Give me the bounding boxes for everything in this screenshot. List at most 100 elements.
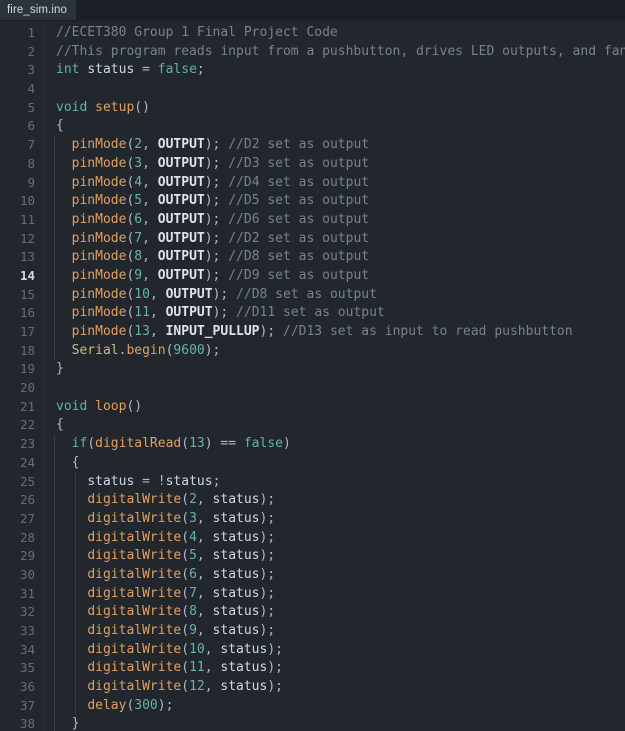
code-line-text[interactable]: digitalWrite(10, status); [44,640,625,660]
code-line-text[interactable]: pinMode(4, OUTPUT); //D4 set as output [44,173,625,193]
token-punct: ) [283,436,291,452]
code-line[interactable]: 19} [0,360,625,379]
code-line-text[interactable]: Serial.begin(9600); [44,341,625,361]
line-number: 5 [0,98,44,118]
code-line-text[interactable]: int status = false; [44,61,625,80]
code-line-text[interactable]: digitalWrite(4, status); [44,528,625,548]
code-line-text[interactable]: } [44,360,625,379]
code-line[interactable]: 13 pinMode(8, OUTPUT); //D8 set as outpu… [0,248,625,267]
code-line-text[interactable]: pinMode(6, OUTPUT); //D6 set as output [44,210,625,230]
code-line-text[interactable]: digitalWrite(7, status); [44,584,625,604]
tab-fire-sim-ino[interactable]: fire_sim.ino [0,0,76,20]
code-lines-container[interactable]: 1 //ECET380 Group 1 Final Project Code 2 //… [0,21,625,731]
code-line-text[interactable]: digitalWrite(3, status); [44,509,625,529]
code-line[interactable]: 1 //ECET380 Group 1 Final Project Code [0,24,625,43]
code-line-text[interactable]: if(digitalRead(13) == false) [44,435,625,454]
code-line[interactable]: 37 delay(300); [0,696,625,716]
code-line-text[interactable]: } [44,715,625,731]
line-number: 31 [0,584,44,604]
editor-viewport[interactable]: 1 //ECET380 Group 1 Final Project Code 2 //… [0,21,625,731]
code-line-text[interactable]: { [44,117,625,136]
code-line-text[interactable]: digitalWrite(5, status); [44,547,625,566]
code-line[interactable]: 22 { [0,416,625,435]
code-line-text[interactable]: delay(300); [44,696,625,716]
line-number: 4 [0,80,44,99]
token-punct: ); [267,660,283,676]
code-line-text[interactable]: digitalWrite(11, status); [44,659,625,678]
code-line[interactable]: 26 digitalWrite(2, status); [0,491,625,510]
code-line[interactable]: 4 [0,80,625,99]
code-line[interactable]: 10 pinMode(5, OUTPUT); //D5 set as outpu… [0,192,625,211]
code-line-text[interactable]: pinMode(10, OUTPUT); //D8 set as output [44,285,625,305]
token-punct: , [142,267,158,283]
code-line-text[interactable]: digitalWrite(2, status); [44,491,625,510]
token-func: pinMode [71,230,127,246]
token-type: void [56,398,88,414]
code-line[interactable]: 15 pinMode(10, OUTPUT); //D8 set as outp… [0,285,625,305]
code-line[interactable]: 20 [0,379,625,398]
code-line[interactable]: 18 Serial.begin(9600); [0,341,625,361]
code-line[interactable]: 5 void setup() [0,98,625,118]
code-line[interactable]: 27 digitalWrite(3, status); [0,509,625,529]
token-punct: , [142,211,158,227]
code-line-text[interactable]: pinMode(11, OUTPUT); //D11 set as output [44,304,625,323]
code-line-text[interactable]: pinMode(8, OUTPUT); //D8 set as output [44,248,625,267]
code-line[interactable]: 7 pinMode(2, OUTPUT); //D2 set as output [0,136,625,155]
code-line-text[interactable]: //This program reads input from a pushbu… [44,43,625,62]
code-line[interactable]: 30 digitalWrite(6, status); [0,565,625,585]
code-line-text[interactable]: status = !status; [44,472,625,492]
code-line-text[interactable]: void setup() [44,99,625,118]
code-editor-window: fire_sim.ino 1 //ECET380 Group 1 Final Pr… [0,0,625,731]
code-line-text[interactable]: digitalWrite(12, status); [44,678,625,697]
token-plain: status [165,473,213,489]
code-line[interactable]: 29 digitalWrite(5, status); [0,547,625,566]
code-line[interactable]: 17 pinMode(13, INPUT_PULLUP); //D13 set … [0,323,625,342]
code-line-text[interactable] [44,379,625,398]
token-punct: ( [181,679,190,695]
code-line[interactable]: 31 digitalWrite(7, status); [0,584,625,604]
code-line-text[interactable]: pinMode(3, OUTPUT); //D3 set as output [44,154,625,174]
code-line-text[interactable]: { [44,453,625,473]
code-line[interactable]: 32 digitalWrite(8, status); [0,603,625,622]
code-line[interactable]: 38 } [0,715,625,731]
code-line-text[interactable]: { [44,416,625,435]
code-line-text[interactable] [44,80,625,99]
code-line-text[interactable]: pinMode(2, OUTPUT); //D2 set as output [44,136,625,155]
code-line[interactable]: 25 status = !status; [0,472,625,492]
code-line[interactable]: 35 digitalWrite(11, status); [0,659,625,678]
code-line[interactable]: 36 digitalWrite(12, status); [0,678,625,697]
code-line[interactable]: 34 digitalWrite(10, status); [0,640,625,660]
code-line[interactable]: 14 pinMode(9, OUTPUT); //D9 set as outpu… [0,266,625,286]
token-punct: ); [259,529,276,545]
code-line-text[interactable]: void loop() [44,398,625,417]
code-line-text[interactable]: digitalWrite(9, status); [44,622,625,641]
code-line[interactable]: 11 pinMode(6, OUTPUT); //D6 set as outpu… [0,210,625,230]
code-line[interactable]: 21 void loop() [0,397,625,417]
code-line-text[interactable]: pinMode(7, OUTPUT); //D2 set as output [44,229,625,249]
code-line-text[interactable]: pinMode(13, INPUT_PULLUP); //D13 set as … [44,323,625,342]
code-line-text[interactable]: digitalWrite(6, status); [44,565,625,585]
token-num: 9600 [173,342,205,358]
token-punct: ( [87,436,96,452]
token-punct: ); [267,641,283,657]
code-line-text[interactable]: pinMode(5, OUTPUT); //D5 set as output [44,192,625,211]
code-line[interactable]: 28 digitalWrite(4, status); [0,528,625,548]
code-line-text[interactable]: digitalWrite(8, status); [44,603,625,622]
code-line[interactable]: 23 if(digitalRead(13) == false) [0,435,625,454]
code-line[interactable]: 6{ [0,117,625,136]
code-line[interactable]: 9 pinMode(4, OUTPUT); //D4 set as output [0,173,625,193]
code-line[interactable]: 12 pinMode(7, OUTPUT); //D2 set as outpu… [0,229,625,249]
token-num: 8 [189,604,197,620]
code-line[interactable]: 33 digitalWrite(9, status); [0,622,625,641]
code-line[interactable]: 24 { [0,453,625,473]
code-line[interactable]: 8 pinMode(3, OUTPUT); //D3 set as output [0,154,625,174]
code-line-text[interactable]: pinMode(9, OUTPUT); //D9 set as output [44,266,625,286]
code-line[interactable]: 16 pinMode(11, OUTPUT); //D11 set as out… [0,304,625,323]
code-line-text[interactable]: //ECET380 Group 1 Final Project Code [44,24,625,43]
code-line[interactable]: 3 int status = false; [0,61,625,80]
code-line[interactable]: 2 //This program reads input from a pushb… [0,42,625,62]
